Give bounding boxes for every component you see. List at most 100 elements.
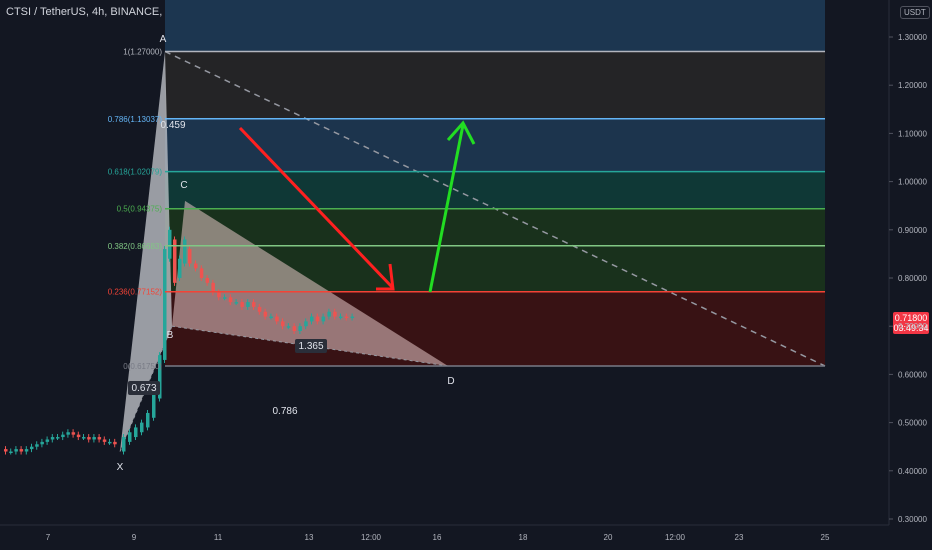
candle-body — [134, 427, 138, 438]
candle-body — [350, 316, 355, 319]
candle-body — [344, 316, 349, 319]
candle-body — [194, 263, 198, 269]
fib-band — [165, 171, 825, 209]
candle-body — [128, 432, 132, 442]
candle-body — [71, 432, 76, 435]
point-label-a: A — [160, 34, 167, 45]
price-tick-label: 1.30000 — [898, 33, 927, 42]
time-tick-label: 18 — [519, 533, 528, 542]
candle-body — [310, 316, 314, 322]
candle-body — [66, 432, 70, 435]
price-tick-label: 0.70000 — [898, 322, 927, 331]
candle-body — [298, 326, 302, 332]
fib-label: 0(0.61750) — [123, 362, 162, 371]
price-tick-label: 1.20000 — [898, 81, 927, 90]
fib-label: 0.236(0.77152) — [108, 288, 163, 297]
candle-body — [168, 229, 172, 259]
candle-body — [45, 439, 50, 442]
candle-body — [228, 297, 233, 303]
fib-label: 0.786(1.13037) — [108, 115, 163, 124]
candle-body — [246, 302, 250, 307]
time-axis: 7 9 11 13 12:00 16 18 20 12:00 23 25 — [0, 524, 889, 542]
time-tick-label: 12:00 — [361, 533, 382, 542]
price-axis: 1.30000 1.20000 1.10000 1.00000 0.90000 0.800… — [888, 0, 927, 525]
fib-band — [165, 118, 825, 172]
candle-body — [240, 302, 244, 307]
candle-body — [183, 239, 187, 264]
candle-body — [76, 434, 81, 438]
candle-body — [108, 441, 112, 444]
candle-body — [24, 449, 29, 452]
candle-body — [263, 311, 268, 317]
time-tick-label: 25 — [821, 533, 830, 542]
fib-label: 0.5(0.94375) — [117, 205, 163, 214]
candle-body — [140, 422, 144, 433]
time-tick-label: 7 — [46, 533, 51, 542]
candle-body — [205, 278, 210, 283]
candle-body — [122, 437, 126, 452]
fib-label: 1(1.27000) — [123, 47, 162, 56]
candle-body — [35, 444, 39, 447]
ratio-label: 0.786 — [272, 406, 297, 417]
candle-body — [163, 249, 167, 360]
price-chart[interactable]: 1(1.27000) 0.786(1.13037) 0.618(1.02079) 0.… — [0, 0, 932, 550]
candle-body — [339, 316, 343, 319]
candle-body — [315, 316, 320, 322]
fib-band — [165, 208, 825, 246]
candle-body — [50, 437, 55, 440]
price-tick-label: 0.60000 — [898, 370, 927, 379]
price-tick-label: 0.90000 — [898, 226, 927, 235]
candle-body — [82, 437, 86, 439]
price-tick-label: 0.50000 — [898, 419, 927, 428]
candle-body — [102, 439, 107, 442]
point-label-b: B — [167, 330, 174, 341]
candle-body — [40, 441, 44, 445]
price-tick-label: 0.80000 — [898, 274, 927, 283]
time-tick-label: 16 — [433, 533, 442, 542]
candle-body — [321, 316, 326, 322]
candle-body — [269, 316, 273, 319]
candle-body — [234, 302, 239, 304]
candle-body — [152, 393, 156, 418]
candle-body — [333, 311, 337, 317]
candle-body — [286, 326, 291, 328]
time-tick-label: 13 — [305, 533, 314, 542]
candle-body — [113, 441, 117, 445]
fib-band — [165, 51, 825, 119]
fib-band-top — [165, 0, 825, 52]
candle-body — [92, 437, 96, 440]
ratio-label: 0.673 — [131, 383, 156, 394]
price-tick-label: 1.10000 — [898, 129, 927, 138]
time-tick-label: 20 — [604, 533, 613, 542]
price-tick-label: 0.40000 — [898, 467, 927, 476]
candle-body — [223, 297, 227, 299]
candle-body — [56, 437, 60, 439]
candle-body — [188, 249, 192, 264]
candle-body — [252, 302, 256, 307]
candle-body — [327, 311, 331, 317]
candle-body — [178, 258, 182, 278]
candle-body — [304, 321, 308, 327]
candle-body — [61, 434, 65, 438]
candle-body — [9, 451, 13, 454]
candle-body — [217, 292, 221, 298]
candle-body — [275, 316, 279, 322]
time-tick-label: 9 — [132, 533, 137, 542]
point-label-d: D — [447, 376, 454, 387]
candle-body — [257, 306, 262, 312]
candle-body — [146, 412, 150, 428]
fib-label: 0.618(1.02079) — [108, 168, 163, 177]
candle-body — [281, 321, 285, 327]
candle-body — [292, 326, 297, 332]
candle-body — [14, 449, 18, 452]
point-label-c: C — [180, 180, 187, 191]
price-tick-label: 1.00000 — [898, 178, 927, 187]
candle-body — [97, 437, 102, 440]
time-tick-label: 23 — [735, 533, 744, 542]
price-tick-label: 0.30000 — [898, 515, 927, 524]
time-tick-label: 12:00 — [665, 533, 686, 542]
candle-body — [87, 437, 91, 440]
candle-body — [199, 268, 204, 278]
time-tick-label: 11 — [214, 533, 223, 542]
point-label-x: X — [117, 462, 124, 473]
